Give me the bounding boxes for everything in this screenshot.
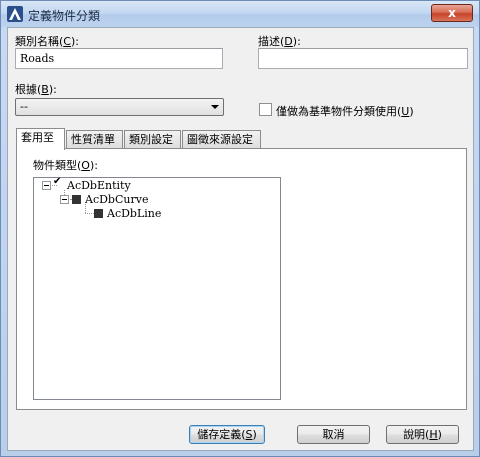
base-on-dropdown[interactable]: -- — [15, 98, 224, 116]
tab-feature-source[interactable]: 圖徵來源設定 — [182, 130, 261, 149]
collapse-icon[interactable] — [60, 195, 69, 204]
tab-apply-to[interactable]: 套用至 — [16, 128, 65, 150]
apply-to-panel: 物件類型(O): AcDbEntity AcDbCurve — [16, 148, 467, 410]
partial-check-icon[interactable] — [94, 209, 103, 218]
tree-node-acdbentity[interactable]: AcDbEntity — [42, 176, 131, 192]
tab-property-sets[interactable]: 性質清單 — [66, 130, 123, 149]
object-types-label: 物件類型(O): — [33, 159, 98, 172]
base-on-label: 根據(B): — [15, 83, 57, 96]
tree-node-label: AcDbLine — [107, 207, 162, 220]
partial-check-icon[interactable] — [72, 195, 81, 204]
close-icon: x — [448, 6, 456, 20]
dialog-window: 定義物件分類 x 類別名稱(C): Roads 描述(D): 根據(B): --… — [0, 0, 480, 457]
collapse-icon[interactable] — [42, 181, 51, 190]
autocad-app-icon — [7, 6, 23, 22]
save-definition-button[interactable]: 儲存定義(S) — [189, 425, 265, 444]
close-button[interactable]: x — [431, 4, 473, 22]
description-input[interactable] — [258, 48, 468, 69]
classify-only-checkbox[interactable] — [259, 103, 272, 116]
object-types-tree[interactable]: AcDbEntity AcDbCurve AcDbLine — [33, 176, 281, 400]
base-on-selected: -- — [20, 100, 28, 113]
tree-node-label: AcDbCurve — [85, 193, 149, 206]
dialog-body: 類別名稱(C): Roads 描述(D): 根據(B): -- 僅做為基準物件分… — [7, 27, 474, 451]
tree-node-label: AcDbEntity — [67, 179, 131, 192]
class-name-label: 類別名稱(C): — [15, 35, 79, 48]
dialog-title: 定義物件分類 — [28, 9, 101, 23]
title-bar[interactable]: 定義物件分類 x — [1, 1, 479, 27]
tab-class-settings[interactable]: 類別設定 — [124, 130, 181, 149]
class-name-input[interactable]: Roads — [15, 48, 223, 69]
help-button[interactable]: 說明(H) — [386, 425, 459, 444]
cancel-button[interactable]: 取消 — [297, 425, 370, 444]
tree-node-acdbline[interactable]: AcDbLine — [94, 207, 161, 220]
description-label: 描述(D): — [258, 35, 301, 48]
classify-only-label: 僅做為基準物件分類使用(U) — [276, 105, 414, 118]
chevron-down-icon — [211, 105, 219, 109]
tree-node-acdbcurve[interactable]: AcDbCurve — [60, 193, 148, 206]
check-icon[interactable] — [53, 176, 63, 190]
tree-connector — [85, 213, 94, 214]
